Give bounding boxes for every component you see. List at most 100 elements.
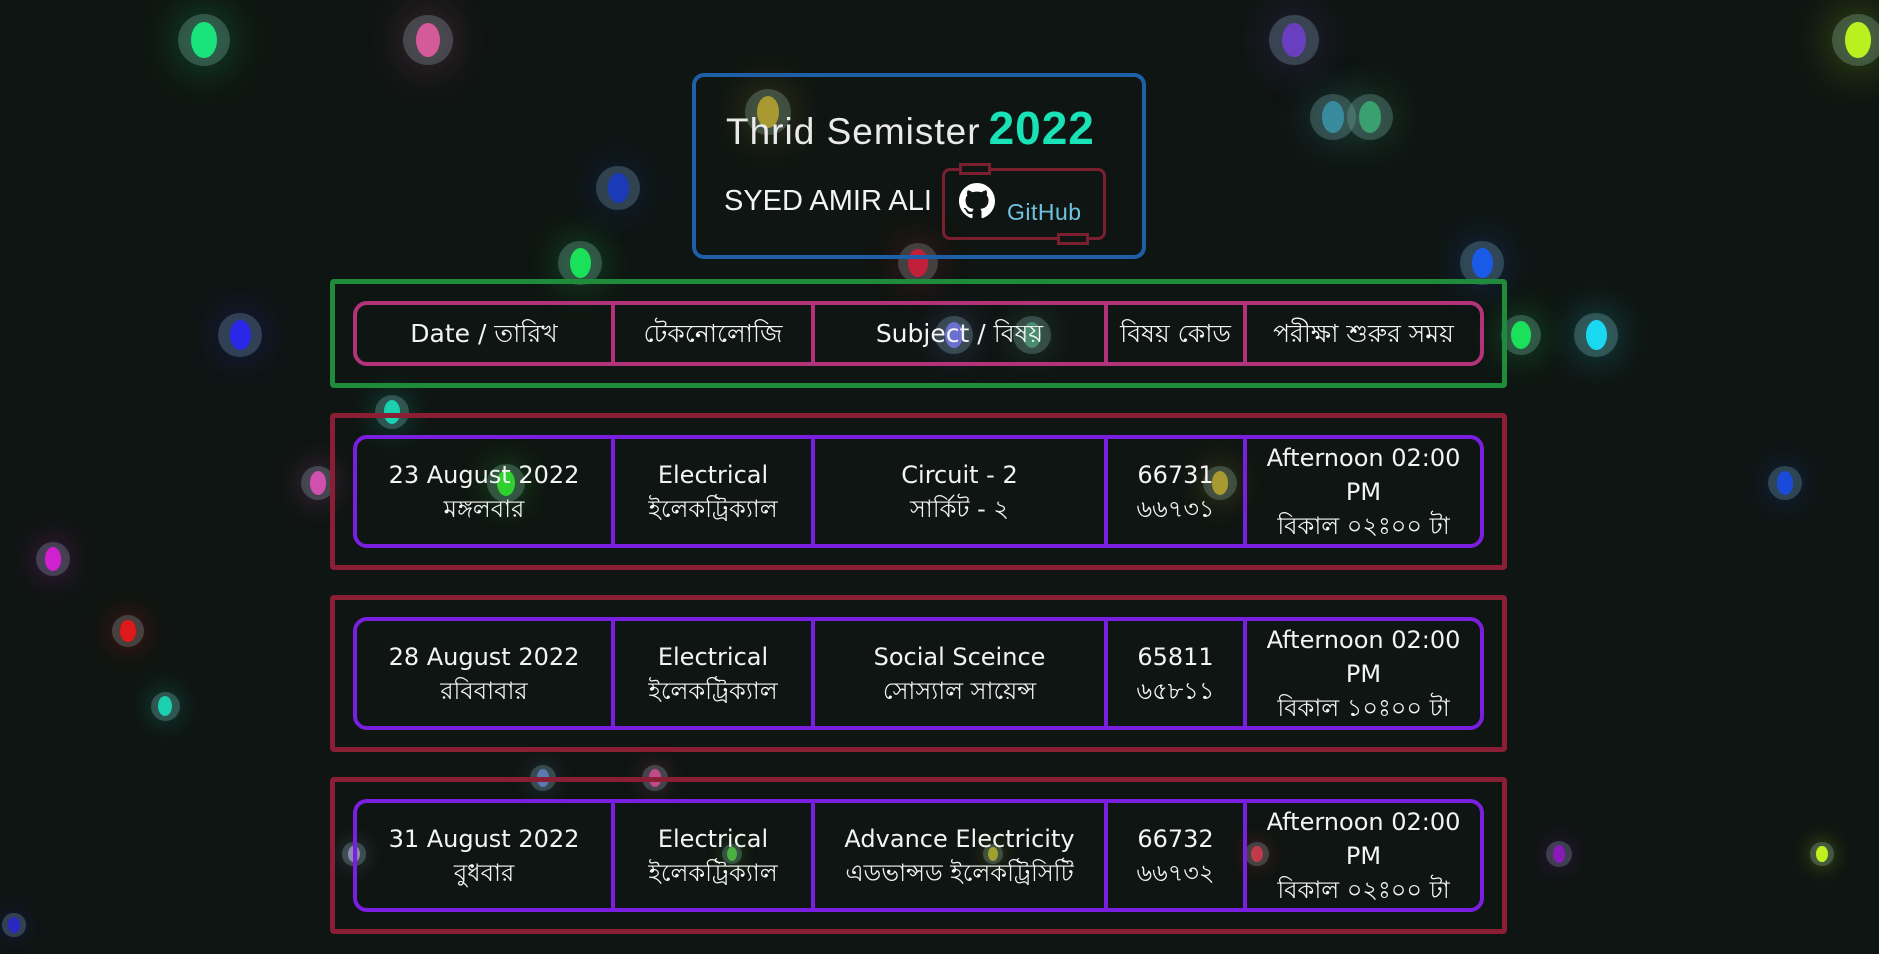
table-header-box: Date / তারিখ টেকনোলোজি Subject / বিষয় ব… — [330, 279, 1507, 388]
table-row: 23 August 2022 মঙ্গলবার Electrical ইলেকট্র… — [330, 413, 1507, 570]
light-halo — [1269, 15, 1319, 65]
code-en: 66731 — [1137, 460, 1214, 489]
subject-en: Advance Electricity — [844, 824, 1075, 853]
light-dot — [44, 547, 62, 571]
title-text: Thrid Semister — [726, 111, 981, 152]
github-icon — [959, 183, 995, 219]
light-dot — [1776, 471, 1794, 495]
tech-en: Electrical — [657, 460, 769, 489]
time-en: Afternoon 02:00 PM — [1266, 625, 1461, 688]
light-halo — [218, 313, 262, 357]
light-dot — [1552, 845, 1566, 863]
cell-date: 28 August 2022 রবিবাবার — [357, 621, 615, 726]
time-bn: বিকাল ০২ঃ০০ টা — [1277, 875, 1450, 904]
date-bn: রবিবাবার — [440, 676, 528, 705]
cell-time: Afternoon 02:00 PM বিকাল ০২ঃ০০ টা — [1247, 803, 1480, 908]
cell-code: 65811 ৬৫৮১১ — [1108, 621, 1247, 726]
code-en: 66732 — [1137, 824, 1214, 853]
subject-en: Social Sceince — [873, 642, 1046, 671]
light-halo — [1309, 93, 1357, 141]
code-bn: ৬৫৮১১ — [1136, 676, 1215, 705]
tech-en: Electrical — [657, 642, 769, 671]
light-dot — [1321, 101, 1345, 133]
cell-technology: Electrical ইলেকট্রিক্যাল — [615, 621, 815, 726]
tech-bn: ইলেকট্রিক্যাল — [648, 676, 778, 705]
button-tab-decoration — [1057, 233, 1089, 245]
subject-bn: সোস্যাল সায়েন্স — [882, 676, 1037, 705]
cell-code: 66732 ৬৬৭৩২ — [1108, 803, 1247, 908]
cell-date: 31 August 2022 বুধবার — [357, 803, 615, 908]
light-halo — [150, 691, 180, 721]
cell-subject: Social Sceince সোস্যাল সায়েন্স — [815, 621, 1108, 726]
light-halo — [1574, 313, 1618, 357]
light-dot — [1282, 23, 1306, 57]
table-row-inner: 31 August 2022 বুধবার Electrical ইলেকট্রিক… — [353, 799, 1484, 912]
column-header-subject-code: বিষয় কোড — [1108, 305, 1247, 362]
column-header-subject: Subject / বিষয় — [815, 305, 1108, 362]
light-dot — [1471, 248, 1493, 278]
light-dot — [158, 696, 172, 716]
light-dot — [120, 620, 136, 642]
cell-technology: Electrical ইলেকট্রিক্যাল — [615, 439, 815, 544]
cell-subject: Advance Electricity এডভান্সড ইলেকট্রিসিটি — [815, 803, 1108, 908]
column-header-technology: টেকনোলোজি — [615, 305, 815, 362]
light-halo — [177, 13, 231, 67]
light-dot — [309, 471, 327, 495]
subject-bn: সার্কিট - ২ — [909, 494, 1010, 523]
date-en: 31 August 2022 — [388, 824, 580, 853]
light-dot — [1585, 320, 1607, 350]
tech-en: Electrical — [657, 824, 769, 853]
tech-bn: ইলেকট্রিক্যাল — [648, 494, 778, 523]
code-bn: ৬৬৭৩১ — [1136, 494, 1215, 523]
column-header-date: Date / তারিখ — [357, 305, 615, 362]
cell-subject: Circuit - 2 সার্কিট - ২ — [815, 439, 1108, 544]
time-bn: বিকাল ০২ঃ০০ টা — [1277, 511, 1450, 540]
light-dot — [1816, 846, 1828, 862]
light-halo — [1767, 465, 1803, 501]
light-dot — [1358, 101, 1382, 133]
light-dot — [8, 917, 20, 933]
date-en: 23 August 2022 — [388, 460, 580, 489]
title-year: 2022 — [988, 102, 1095, 154]
table-row: 31 August 2022 বুধবার Electrical ইলেকট্রিক… — [330, 777, 1507, 934]
subject-bn: এডভান্সড ইলেকট্রিসিটি — [845, 858, 1074, 887]
light-halo — [1346, 93, 1394, 141]
header-card: Thrid Semister 2022 SYED AMIR ALI GitHub — [692, 73, 1146, 259]
tech-bn: ইলেকট্রিক্যাল — [648, 858, 778, 887]
light-dot — [416, 23, 440, 57]
cell-code: 66731 ৬৬৭৩১ — [1108, 439, 1247, 544]
github-label: GitHub — [1007, 199, 1082, 225]
time-en: Afternoon 02:00 PM — [1266, 443, 1461, 506]
light-dot — [229, 320, 251, 350]
light-halo — [2, 913, 26, 937]
light-dot — [1511, 321, 1531, 349]
light-halo — [1545, 840, 1573, 868]
date-bn: বুধবার — [453, 858, 515, 887]
author-name: SYED AMIR ALI — [724, 185, 932, 217]
cell-time: Afternoon 02:00 PM বিকাল ০২ঃ০০ টা — [1247, 439, 1480, 544]
light-dot — [607, 173, 629, 203]
light-halo — [35, 541, 71, 577]
light-dot — [569, 248, 591, 278]
light-halo — [596, 166, 640, 210]
subject-en: Circuit - 2 — [901, 460, 1018, 489]
table-row-inner: 23 August 2022 মঙ্গলবার Electrical ইলেকট্র… — [353, 435, 1484, 548]
light-halo — [403, 15, 453, 65]
date-bn: মঙ্গলবার — [443, 494, 525, 523]
date-en: 28 August 2022 — [388, 642, 580, 671]
light-halo — [112, 615, 144, 647]
cell-date: 23 August 2022 মঙ্গলবার — [357, 439, 615, 544]
time-bn: বিকাল ১০ঃ০০ টা — [1277, 693, 1450, 722]
light-halo — [1831, 13, 1879, 67]
code-bn: ৬৬৭৩২ — [1136, 858, 1215, 887]
light-dot — [1845, 22, 1871, 58]
column-header-exam-time: পরীক্ষা শুরুর সময় — [1273, 318, 1454, 348]
code-en: 65811 — [1137, 642, 1214, 671]
table-row-inner: 28 August 2022 রবিবাবার Electrical ইলেকট্র… — [353, 617, 1484, 730]
table-header-row: Date / তারিখ টেকনোলোজি Subject / বিষয় ব… — [353, 301, 1484, 366]
github-link-button[interactable]: GitHub — [942, 163, 1106, 245]
cell-technology: Electrical ইলেকট্রিক্যাল — [615, 803, 815, 908]
button-tab-decoration — [959, 163, 991, 175]
page-title: Thrid Semister 2022 — [726, 101, 1095, 155]
cell-time: Afternoon 02:00 PM বিকাল ১০ঃ০০ টা — [1247, 621, 1480, 726]
